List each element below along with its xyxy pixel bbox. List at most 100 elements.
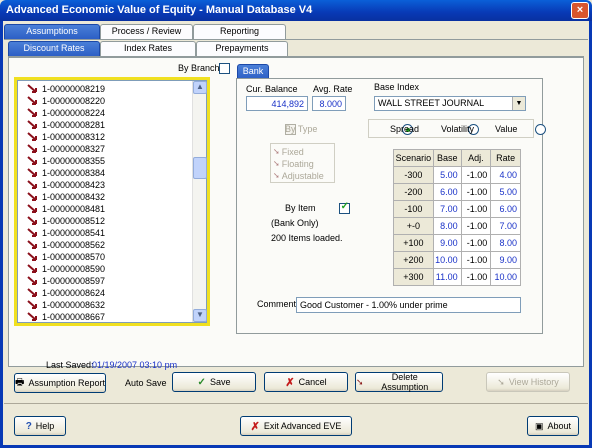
scenario-grid[interactable]: Scenario Base Adj. Rate -300 5.00 -1.00 4.0… (393, 149, 521, 286)
delete-assumption-label: Delete Assumption (381, 372, 429, 392)
scroll-thumb[interactable] (193, 157, 207, 179)
grid-cell-rate[interactable]: 4.00 (490, 166, 521, 184)
list-item[interactable]: 1-00000008355 (18, 155, 206, 167)
list-item-label: 1-00000008312 (42, 132, 106, 142)
grid-cell-base[interactable]: 7.00 (432, 200, 462, 218)
save-label: Save (209, 377, 231, 387)
list-item[interactable]: 1-00000008220 (18, 95, 206, 107)
list-item[interactable]: 1-00000008432 (18, 191, 206, 203)
grid-cell-rate[interactable]: 7.00 (490, 217, 521, 235)
list-item[interactable]: 1-00000008624 (18, 287, 206, 299)
item-arrow-icon (27, 264, 39, 274)
list-item[interactable]: 1-00000008667 (18, 311, 206, 322)
delete-assumption-button[interactable]: ➘ Delete Assumption (355, 372, 443, 392)
item-arrow-icon (27, 216, 39, 226)
avg-rate-field[interactable]: 8.000 (312, 96, 346, 111)
chevron-down-icon[interactable]: ▼ (512, 97, 525, 110)
grid-cell-adj[interactable]: -1.00 (460, 217, 492, 235)
list-item[interactable]: 1-00000008481 (18, 203, 206, 215)
items-loaded-status: 200 Items loaded. (271, 233, 343, 243)
exit-button[interactable]: ✗ Exit Advanced EVE (240, 416, 352, 436)
list-item[interactable]: 1-00000008512 (18, 215, 206, 227)
list-item[interactable]: 1-00000008562 (18, 239, 206, 251)
list-item[interactable]: 1-00000008570 (18, 251, 206, 263)
about-button[interactable]: ▣ About (527, 416, 579, 436)
item-arrow-icon (27, 312, 39, 322)
close-button[interactable]: × (571, 2, 589, 19)
save-button[interactable]: ✓ Save (172, 372, 256, 392)
grid-cell-adj[interactable]: -1.00 (460, 268, 492, 286)
help-button[interactable]: ? Help (14, 416, 66, 436)
list-item[interactable]: 1-00000008327 (18, 143, 206, 155)
grid-cell-base[interactable]: 11.00 (432, 268, 462, 286)
list-item[interactable]: 1-00000008590 (18, 263, 206, 275)
exit-label: Exit Advanced EVE (263, 421, 342, 431)
tab-assumptions[interactable]: Assumptions (4, 24, 100, 39)
type-fixed-label: Fixed (281, 147, 304, 157)
by-item-checkbox[interactable] (338, 201, 350, 214)
grid-cell-adj[interactable]: -1.00 (460, 183, 492, 201)
list-item[interactable]: 1-00000008423 (18, 179, 206, 191)
grid-cell-rate[interactable]: 6.00 (490, 200, 521, 218)
title-bar[interactable]: Advanced Economic Value of Equity - Manu… (0, 0, 592, 21)
view-history-label: View History (508, 377, 559, 387)
type-options: ➘ Fixed ➘ Floating ➘ Adjustable (273, 146, 324, 182)
tab-process-review[interactable]: Process / Review (100, 24, 193, 39)
grid-cell-adj[interactable]: -1.00 (460, 251, 492, 269)
list-item[interactable]: 1-00000008219 (18, 83, 206, 95)
grid-cell-rate[interactable]: 8.00 (490, 234, 521, 252)
list-item[interactable]: 1-00000008312 (18, 131, 206, 143)
list-item[interactable]: 1-00000008632 (18, 299, 206, 311)
list-item[interactable]: 1-00000008384 (18, 167, 206, 179)
list-item[interactable]: 1-00000008541 (18, 227, 206, 239)
scroll-up-arrow[interactable]: ▲ (193, 81, 207, 94)
tab-index-rates[interactable]: Index Rates (100, 41, 196, 56)
table-row: -100 7.00 -1.00 6.00 (393, 200, 521, 218)
list-item[interactable]: 1-00000008597 (18, 275, 206, 287)
table-row: +100 9.00 -1.00 8.00 (393, 234, 521, 252)
list-item-label: 1-00000008632 (42, 300, 106, 310)
view-history-button[interactable]: ➘ View History (486, 372, 570, 392)
grid-cell-base[interactable]: 6.00 (432, 183, 462, 201)
tab-reporting[interactable]: Reporting (193, 24, 286, 39)
spread-label: Spread (390, 124, 420, 134)
type-option-floating[interactable]: ➘ Floating (273, 158, 324, 170)
grid-cell-adj[interactable]: -1.00 (460, 166, 492, 184)
by-branch-checkbox[interactable] (219, 63, 230, 74)
list-item-label: 1-00000008423 (42, 180, 106, 190)
grid-cell-adj[interactable]: -1.00 (460, 200, 492, 218)
item-arrow-icon (27, 192, 39, 202)
type-option-adjustable[interactable]: ➘ Adjustable (273, 170, 324, 182)
grid-cell-base[interactable]: 10.00 (432, 251, 462, 269)
grid-cell-rate[interactable]: 10.00 (490, 268, 521, 286)
tab-prepayments[interactable]: Prepayments (196, 41, 288, 56)
list-item[interactable]: 1-00000008281 (18, 119, 206, 131)
grid-cell-base[interactable]: 5.00 (432, 166, 462, 184)
base-index-value: WALL STREET JOURNAL (378, 98, 485, 108)
value-label: Value (495, 124, 518, 134)
grid-header-scenario: Scenario (393, 149, 434, 167)
grid-cell-adj[interactable]: -1.00 (460, 234, 492, 252)
cancel-button[interactable]: ✗ Cancel (264, 372, 348, 392)
list-scrollbar[interactable]: ▲ ▼ (192, 81, 207, 322)
cur-balance-field[interactable]: 414,892 (246, 96, 308, 111)
grid-cell-base[interactable]: 9.00 (432, 234, 462, 252)
list-item[interactable]: 1-00000008224 (18, 107, 206, 119)
tab-discount-rates[interactable]: Discount Rates (8, 41, 100, 56)
type-option-fixed[interactable]: ➘ Fixed (273, 146, 324, 158)
grid-cell-rate[interactable]: 5.00 (490, 183, 521, 201)
assumption-report-button[interactable]: 🖶 Assumption Report (14, 373, 106, 393)
table-row: -300 5.00 -1.00 4.00 (393, 166, 521, 184)
grid-cell-base[interactable]: 8.00 (432, 217, 462, 235)
grid-cell-scenario: +200 (393, 251, 434, 269)
list-item-label: 1-00000008355 (42, 156, 106, 166)
grid-cell-scenario: +300 (393, 268, 434, 286)
comment-field[interactable]: Good Customer - 1.00% under prime (296, 297, 521, 313)
grid-cell-rate[interactable]: 9.00 (490, 251, 521, 269)
scroll-down-arrow[interactable]: ▼ (193, 309, 207, 322)
item-list[interactable]: 1-00000008219 1-00000008220 1-00000008224 1… (17, 80, 207, 323)
tab-bank[interactable]: Bank (237, 64, 269, 79)
base-index-dropdown[interactable]: WALL STREET JOURNAL ▼ (374, 96, 526, 111)
cancel-label: Cancel (298, 377, 327, 387)
value-radio[interactable] (535, 124, 547, 135)
